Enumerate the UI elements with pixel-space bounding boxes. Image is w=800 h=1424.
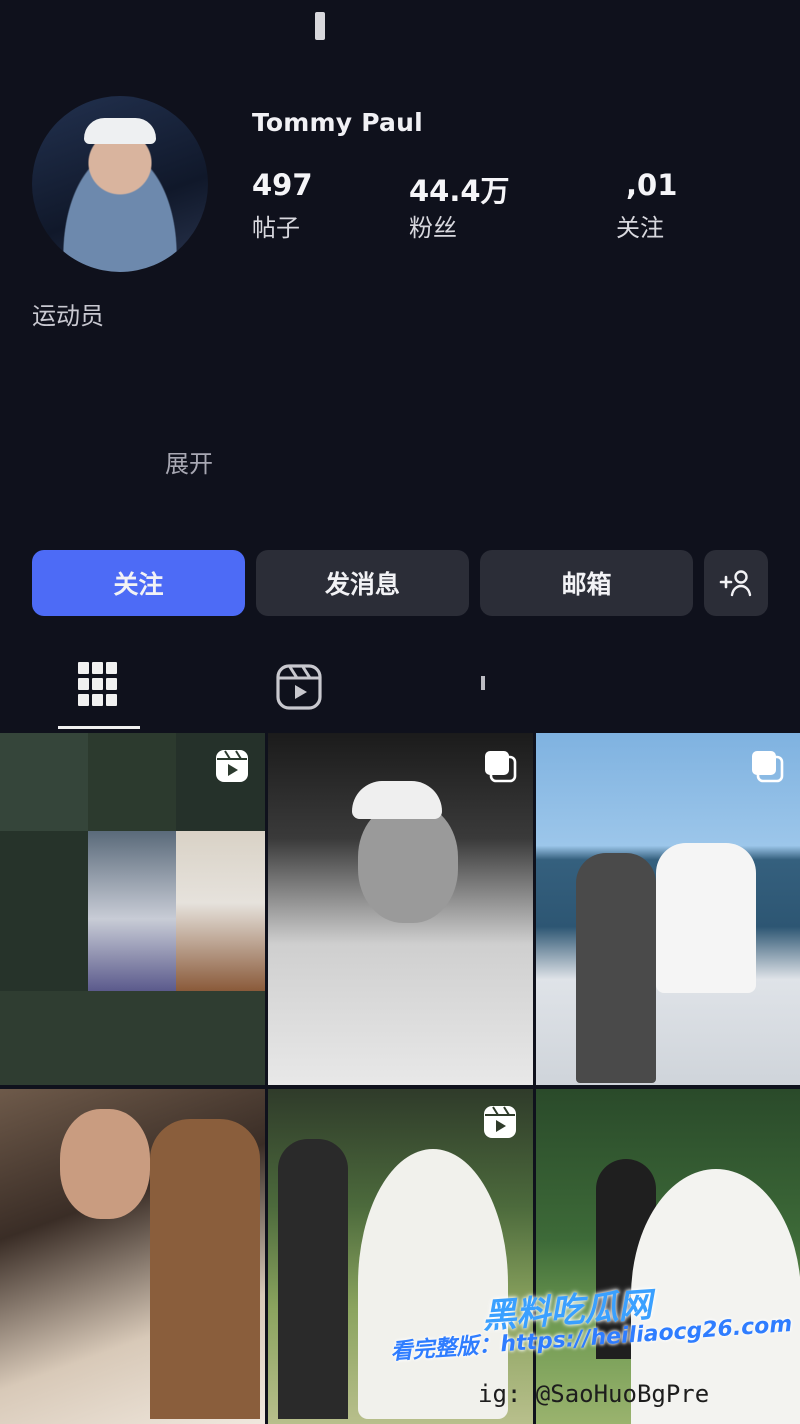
carousel-icon [485,751,517,783]
posts-label[interactable]: 帖子 [252,208,300,243]
email-button[interactable]: 邮箱 [480,550,693,616]
tagged-icon[interactable] [481,676,485,690]
post-thumbnail[interactable] [536,1089,800,1424]
posts-count[interactable]: 497 [252,168,313,202]
tab-selected-indicator [58,726,140,729]
profile-category: 运动员 [32,302,104,330]
followers-count[interactable]: 44.4万 [409,168,510,210]
avatar[interactable] [32,96,208,272]
following-count[interactable]: ,01 [626,168,677,202]
tab-grid[interactable] [78,662,118,712]
reels-icon [216,750,248,782]
reels-icon [484,1106,516,1138]
post-thumbnail[interactable] [268,733,533,1085]
post-thumbnail[interactable] [536,733,800,1085]
suggested-people-button[interactable] [704,550,768,616]
post-thumbnail[interactable] [0,733,265,1085]
tab-reels[interactable] [276,664,322,714]
carousel-icon [752,751,784,783]
watermark-handle: ig: @SaoHuoBgPre [478,1380,710,1408]
post-thumbnail[interactable] [268,1089,533,1424]
followers-label[interactable]: 粉丝 [409,208,457,243]
message-button[interactable]: 发消息 [256,550,469,616]
post-thumbnail[interactable] [0,1089,265,1424]
following-label[interactable]: 关注 [616,208,664,243]
grid-icon [78,662,117,706]
profile-username: Tommy Paul [252,108,423,137]
follow-button[interactable]: 关注 [32,550,245,616]
bio-expand-link[interactable]: 展开 [165,444,213,479]
reels-icon [276,664,322,710]
add-person-icon [719,570,752,597]
status-bar-indicator [315,12,325,40]
